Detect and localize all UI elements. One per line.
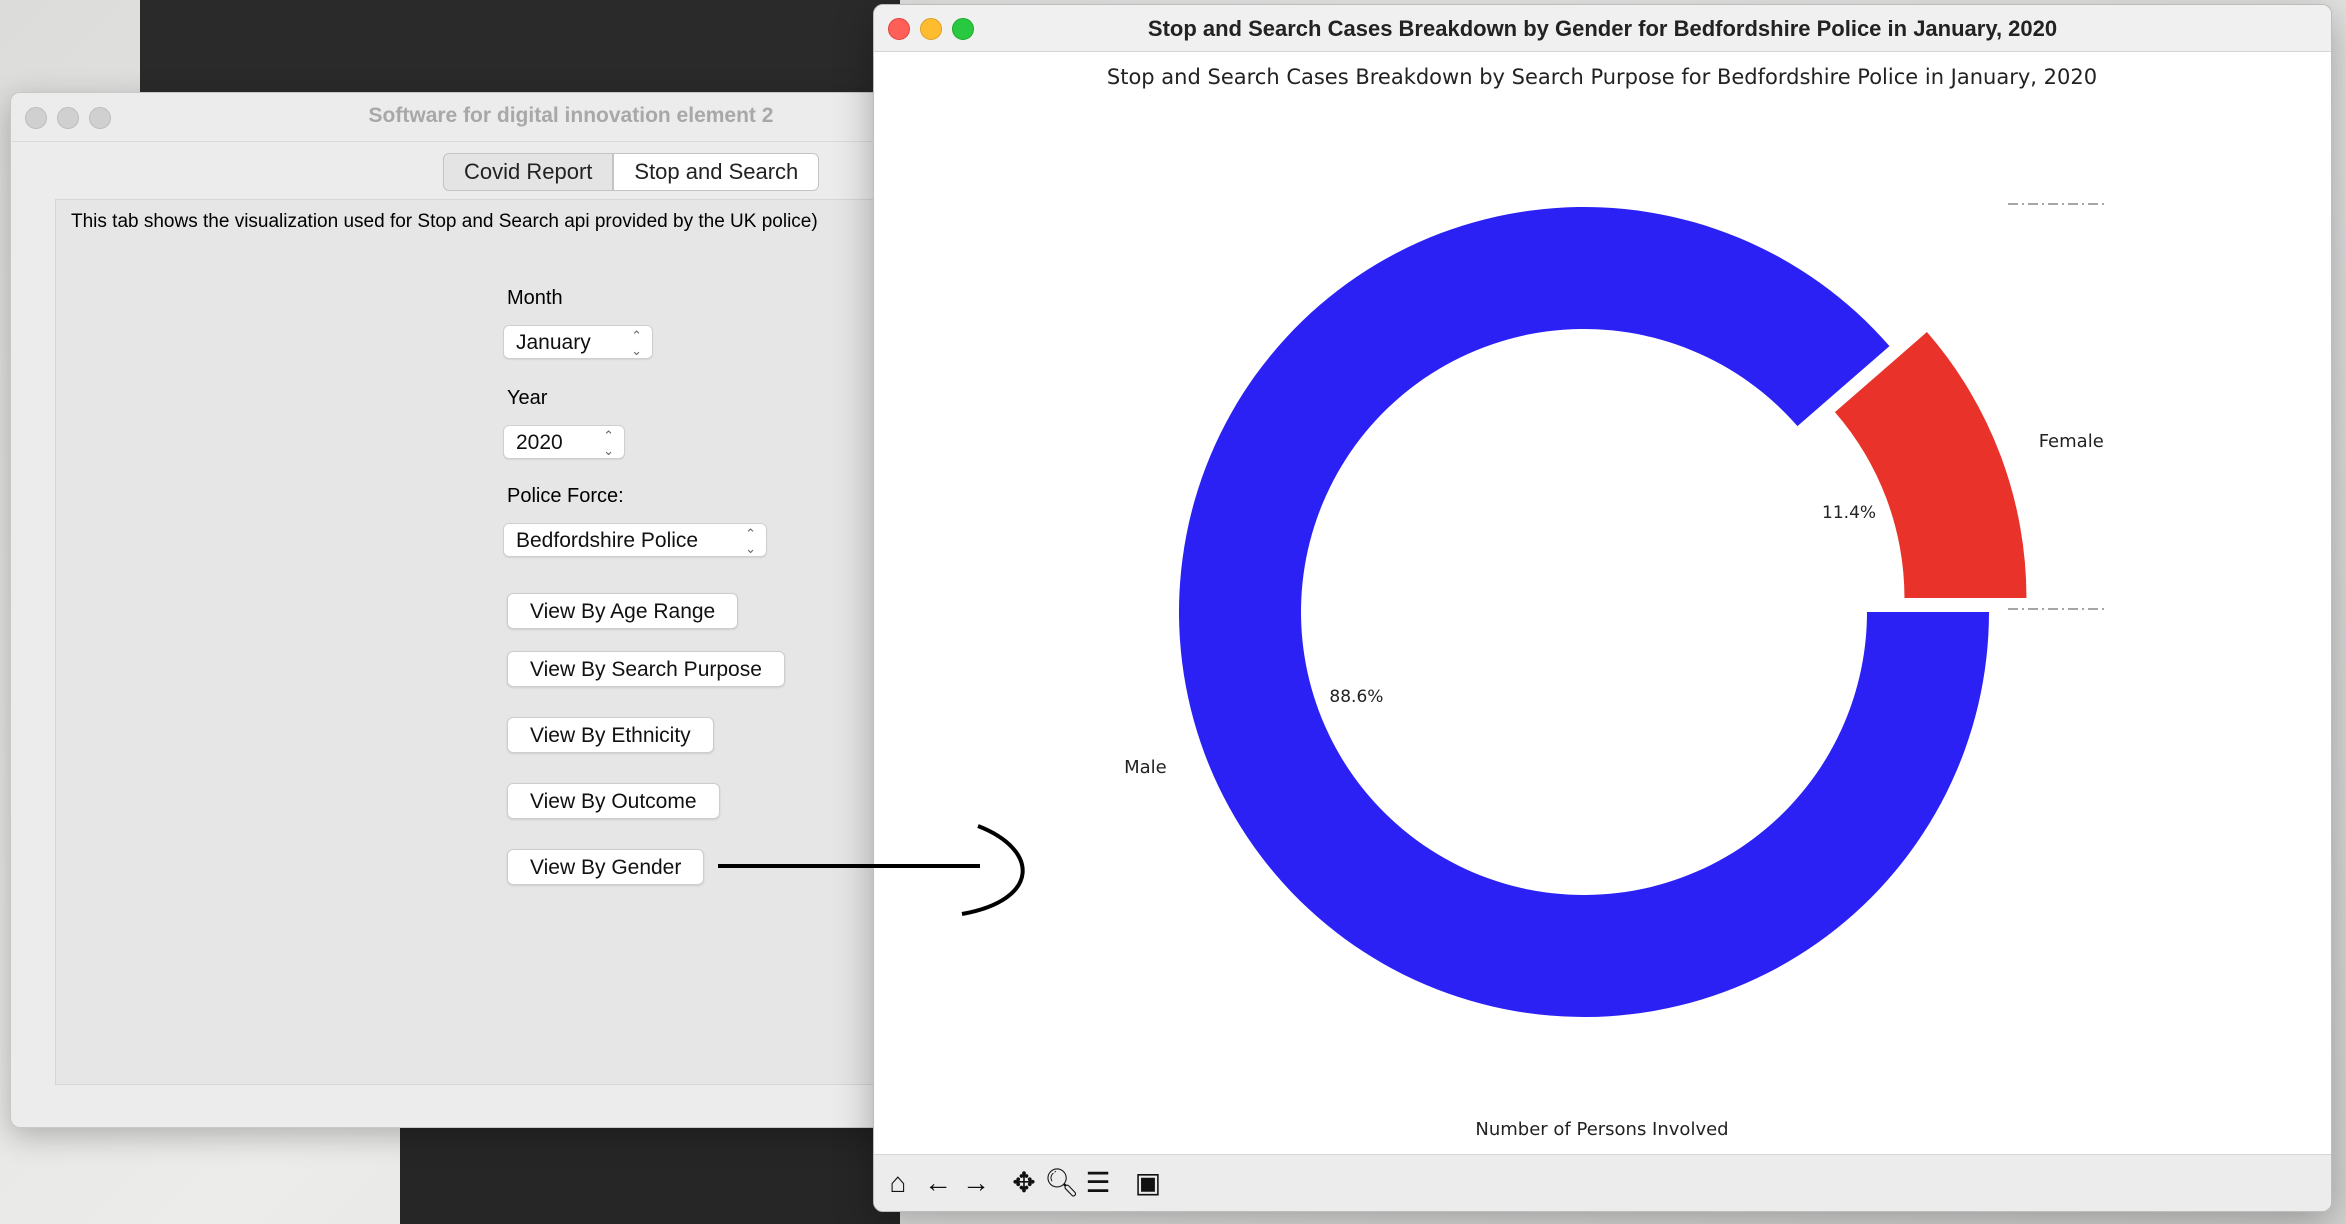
main-app-window: Software for digital innovation element … (10, 92, 892, 1128)
donut-slice-female (1834, 332, 2027, 598)
donut-slice-male (1179, 207, 1989, 1018)
view-by-outcome-button[interactable]: View By Outcome (507, 783, 720, 819)
stepper-arrows-icon: ⌃ ⌄ (631, 328, 642, 358)
configure-subplots-icon[interactable]: ☰ (1082, 1167, 1114, 1199)
window-titlebar[interactable]: Stop and Search Cases Breakdown by Gende… (874, 5, 2331, 52)
chart-title: Stop and Search Cases Breakdown by Searc… (1107, 65, 2097, 89)
pan-icon[interactable]: ✥ (1008, 1167, 1040, 1199)
year-select[interactable]: 2020 ⌃ ⌄ (503, 425, 625, 459)
tab-content-panel (55, 199, 891, 1085)
figure-canvas[interactable]: Stop and Search Cases Breakdown by Searc… (874, 52, 2331, 1156)
police-force-label: Police Force: (507, 485, 624, 507)
back-icon[interactable]: ← (922, 1167, 954, 1199)
view-by-gender-button[interactable]: View By Gender (507, 849, 705, 885)
stepper-arrows-icon: ⌃ ⌄ (745, 526, 756, 556)
save-icon[interactable]: ▣ (1132, 1167, 1164, 1199)
police-force-select[interactable]: Bedfordshire Police ⌃ ⌄ (503, 523, 767, 557)
donut-chart: Stop and Search Cases Breakdown by Searc… (1107, 65, 2108, 1140)
chart-xlabel: Number of Persons Involved (1475, 1119, 1728, 1140)
window-title: Stop and Search Cases Breakdown by Gende… (1147, 16, 2058, 41)
month-select-value: January (516, 331, 591, 354)
zoom-icon[interactable]: 🔍︎ (1044, 1167, 1080, 1199)
tab-description: This tab shows the visualization used fo… (71, 211, 818, 232)
forward-icon[interactable]: → (960, 1167, 992, 1199)
chart-window: Stop and Search Cases Breakdown by Gende… (873, 4, 2332, 1212)
slice-percent-label: 11.4% (1822, 503, 1876, 523)
tab-bar: Covid Report Stop and Search (443, 153, 820, 191)
slice-category-label: Female (2039, 431, 2104, 452)
view-by-search-purpose-button[interactable]: View By Search Purpose (507, 651, 785, 687)
window-titlebar[interactable]: Software for digital innovation element … (11, 93, 891, 142)
view-by-age-range-button[interactable]: View By Age Range (507, 593, 739, 629)
month-select[interactable]: January ⌃ ⌄ (503, 325, 653, 359)
month-label: Month (507, 287, 563, 309)
plot-toolbar: ⌂ ← → ✥ 🔍︎ ☰ ▣ (874, 1154, 2331, 1211)
year-label: Year (507, 387, 548, 409)
view-by-ethnicity-button[interactable]: View By Ethnicity (507, 717, 714, 753)
window-title: Software for digital innovation element … (368, 104, 774, 127)
tab-stop-and-search[interactable]: Stop and Search (613, 153, 820, 191)
home-icon[interactable]: ⌂ (882, 1167, 914, 1199)
desktop-wallpaper-shape (400, 1120, 900, 1224)
year-select-value: 2020 (516, 431, 563, 454)
stepper-arrows-icon: ⌃ ⌄ (603, 428, 614, 458)
police-force-select-value: Bedfordshire Police (516, 529, 699, 552)
tab-covid-report[interactable]: Covid Report (443, 153, 614, 191)
slice-category-label: Male (1124, 757, 1167, 778)
slice-percent-label: 88.6% (1329, 687, 1383, 707)
